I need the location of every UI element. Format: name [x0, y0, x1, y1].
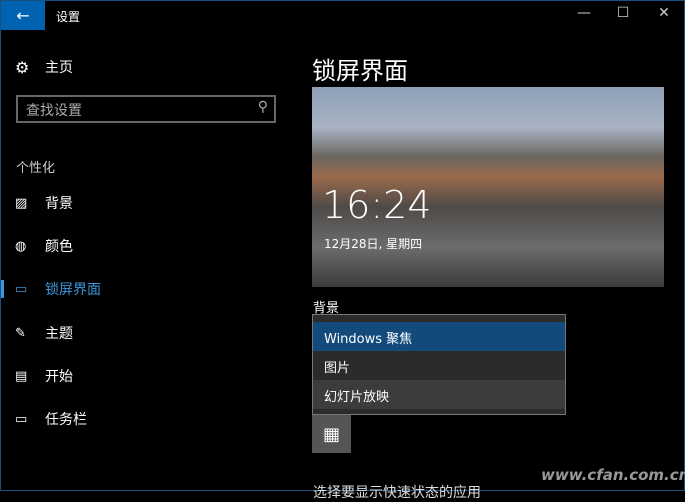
- taskbar-icon: ▭: [15, 411, 28, 427]
- page-title: 锁屏界面: [312, 57, 408, 85]
- search-input[interactable]: 查找设置 ⚲: [16, 95, 276, 123]
- picture-icon: ▨: [15, 195, 28, 211]
- palette-icon: ◍: [15, 238, 27, 254]
- close-button[interactable]: ✕: [654, 5, 674, 21]
- back-button[interactable]: ←: [1, 1, 45, 30]
- sidebar-item-label: 背景: [45, 196, 73, 212]
- lock-screen-icon: ▭: [15, 281, 28, 297]
- sidebar-item-taskbar[interactable]: ▭ 任务栏: [1, 404, 291, 434]
- lock-screen-preview: 16:24 12月28日, 星期四: [312, 87, 664, 287]
- preview-time: 16:24: [322, 183, 432, 227]
- sidebar-item-label: 锁屏界面: [45, 282, 101, 298]
- start-icon: ▤: [15, 368, 28, 384]
- window-title: 设置: [56, 10, 81, 24]
- sidebar-item-label: 开始: [45, 369, 73, 385]
- option-slideshow[interactable]: 幻灯片放映: [313, 380, 565, 409]
- maximize-button[interactable]: ☐: [613, 5, 633, 21]
- search-icon: ⚲: [257, 99, 268, 115]
- calendar-app-button[interactable]: ▦: [312, 415, 351, 453]
- preview-date: 12月28日, 星期四: [324, 237, 423, 251]
- sidebar-item-lock-screen[interactable]: ▭ 锁屏界面: [1, 274, 291, 304]
- theme-icon: ✎: [15, 325, 26, 341]
- sidebar-item-label: 颜色: [45, 239, 73, 255]
- watermark: www.cfan.com.cn: [541, 466, 685, 484]
- sidebar-home[interactable]: ⚙ 主页: [15, 57, 73, 77]
- sidebar-item-background[interactable]: ▨ 背景: [1, 188, 291, 218]
- sidebar-item-start[interactable]: ▤ 开始: [1, 361, 291, 391]
- gear-icon: ⚙: [15, 57, 30, 77]
- search-placeholder: 查找设置: [26, 103, 82, 119]
- calendar-icon: ▦: [322, 423, 340, 445]
- home-label: 主页: [45, 60, 73, 76]
- quick-status-heading: 选择要显示快速状态的应用: [313, 485, 481, 501]
- option-picture[interactable]: 图片: [313, 351, 565, 380]
- minimize-button[interactable]: —: [574, 5, 594, 21]
- title-bar: ← 设置 — ☐ ✕: [1, 1, 685, 30]
- background-dropdown[interactable]: Windows 聚焦 图片 幻灯片放映: [312, 314, 566, 415]
- sidebar-item-themes[interactable]: ✎ 主题: [1, 318, 291, 348]
- sidebar-item-label: 主题: [45, 326, 73, 342]
- sidebar-item-label: 任务栏: [45, 412, 87, 428]
- sidebar-item-colors[interactable]: ◍ 颜色: [1, 231, 291, 261]
- option-windows-spotlight[interactable]: Windows 聚焦: [313, 322, 565, 351]
- group-heading: 个性化: [16, 161, 56, 176]
